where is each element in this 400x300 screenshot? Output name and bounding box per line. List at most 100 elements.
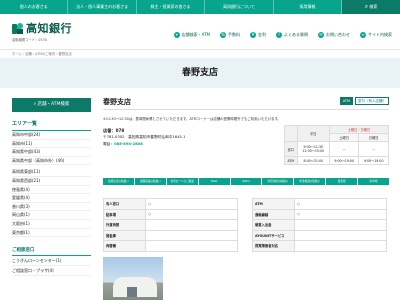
hnav-label: お問い合わせ <box>326 32 350 37</box>
area-item[interactable]: 徳島県(4) <box>12 186 91 195</box>
topnav-recruit[interactable]: 採用情報 <box>274 0 343 14</box>
area-item[interactable]: 高知県西部(21) <box>12 177 91 186</box>
hnav-rates[interactable]: ¥ 金利 <box>250 32 266 38</box>
branch-search-label: 店舗・ATM検索 <box>37 102 70 107</box>
tag-window: 窓口（有人店舗） <box>355 97 389 105</box>
hnav-site-search[interactable]: ≡ サイト内検索 <box>360 32 392 38</box>
consult-heading: ご相談窓口 <box>12 247 91 257</box>
facility-value <box>145 240 238 252</box>
table-row: 駐車場 ○ <box>103 208 238 220</box>
table-row: 両替機 <box>103 240 238 252</box>
area-list: 高知市中部(24) 高知市(11) 高知県中部(43) 高知県中部（高知市外）(… <box>12 131 91 238</box>
page-title: 春野支店 <box>181 68 218 78</box>
branch-tags: ATM 窓口（有人店舗） <box>339 97 389 105</box>
tag-atm: ATM <box>339 97 353 105</box>
service-badge: 外貨両替の取扱い <box>262 178 294 185</box>
branch-info: 店番：078 〒781-0302 高知県高知市春野町弘岡中1645-1 電話：0… <box>103 127 233 148</box>
facility-key: 通帳繰越 <box>252 208 295 220</box>
topnav-investors[interactable]: 株主・投資家の皆さま <box>137 0 206 14</box>
area-list-heading: エリア一覧 <box>12 120 91 131</box>
hnav-fees[interactable]: % 手数料 <box>220 32 240 38</box>
hours-corner <box>284 125 298 142</box>
hours-row-window: 窓口 <box>284 141 298 157</box>
service-badge: NISA <box>198 178 230 185</box>
service-icons: 投資信託の取扱い 保険商品の取扱い 住宅ローンのご相談 NISA iDeCo 外… <box>103 178 390 185</box>
phone-number[interactable]: 088-894-2808 <box>114 142 143 146</box>
yen-icon: ¥ <box>250 32 256 38</box>
area-item[interactable]: 高知市中部(24) <box>12 131 91 140</box>
hnav-branch-search[interactable]: ⌖ 店舗検索・ATM <box>173 32 210 38</box>
area-item[interactable]: 東京都(1) <box>12 229 91 238</box>
bank-logo[interactable]: 高知銀行 <box>12 20 72 36</box>
business-hours-table: 平日 土曜日・日曜日 土曜日 日曜日 窓口 9:00～11:30 12:30～1… <box>284 125 390 165</box>
divider <box>103 109 389 110</box>
table-row: 有人窓口 ○ <box>103 198 238 210</box>
table-row: 硬貨入出金 <box>252 219 387 231</box>
top-navigation: 個人のお客さま 法人・個人事業主のお客さま 株主・投資家の皆さま 高知銀行につい… <box>0 0 400 14</box>
area-item[interactable]: 大阪府(1) <box>12 220 91 229</box>
topnav-personal[interactable]: 個人のお客さま <box>0 0 69 14</box>
branch-phone: 電話：088-894-2808 <box>103 141 233 148</box>
hours-col-weekday: 平日 <box>296 125 330 142</box>
branch-photo <box>103 257 163 300</box>
hours-atm-weekday: 8:00～21:00 <box>296 156 330 165</box>
facility-value <box>294 229 387 241</box>
hours-window-sat: － <box>328 141 360 157</box>
logo-text: 高知銀行 <box>26 22 72 35</box>
service-badge: 駐車場 <box>358 178 390 185</box>
hnav-label: 店舗検索・ATM <box>181 32 210 37</box>
facility-value: ○ <box>145 198 238 210</box>
service-badge: 貸金庫 <box>326 178 358 185</box>
hnav-contact[interactable]: ✉ お問い合わせ <box>318 32 350 38</box>
hnav-label: よくある質問 <box>284 32 308 37</box>
table-row: 外貨両替 <box>103 219 238 231</box>
service-badge: 住宅ローンのご相談 <box>166 178 198 185</box>
building-door <box>127 287 137 297</box>
consult-item[interactable]: こうぎんローンセンター(1) <box>12 256 91 267</box>
topnav-about[interactable]: 高知銀行について <box>205 0 274 14</box>
area-item[interactable]: 高知県東部(11) <box>12 168 91 177</box>
facility-key: 両替機 <box>103 240 146 252</box>
branch-address: 〒781-0302 高知県高知市春野町弘岡中1645-1 <box>103 135 186 139</box>
area-item[interactable]: 岡山県(1) <box>12 211 91 220</box>
question-icon: ? <box>276 32 282 38</box>
hours-col-sun: 日曜日 <box>358 133 389 142</box>
facility-key: 硬貨入出金 <box>252 219 295 231</box>
facility-table-left: 有人窓口 ○ 駐車場 ○ 外貨両替 貸金庫 両替機 <box>103 198 238 252</box>
table-row: 通帳繰越 ○ <box>252 208 387 220</box>
facility-key: 有人窓口 <box>103 198 146 210</box>
area-item[interactable]: 高知県中部（高知市外）(40) <box>12 157 91 166</box>
header-nav: ⌖ 店舗検索・ATM % 手数料 ¥ 金利 ? よくある質問 ✉ お問い合わせ ≡ サイト内… <box>173 32 392 38</box>
area-item[interactable]: 香川県(3) <box>12 203 91 212</box>
topnav-business[interactable]: 法人・個人事業主のお客さま <box>68 0 137 14</box>
service-badge: 投資信託の取扱い <box>103 178 134 185</box>
consult-list: こうぎんローンセンター(1) ご相談窓口・プラザ(4) <box>12 256 91 277</box>
consult-item[interactable]: ご相談窓口・プラザ(4) <box>12 266 91 277</box>
table-row: 貸金庫 <box>103 229 238 241</box>
table-row: AYOUNITサービス <box>252 229 387 241</box>
phone-label: 電話： <box>103 142 115 146</box>
sidebar: ⌕ 店舗・ATM検索 エリア一覧 高知市中部(24) 高知市(11) 高知県中部… <box>12 98 91 277</box>
breadcrumb[interactable]: ホーム › 店舗・ATMのご案内 › 春野支店 <box>12 51 72 56</box>
hours-col-sat: 土曜日 <box>328 133 360 142</box>
facility-value <box>294 240 387 252</box>
branch-search-button[interactable]: ⌕ 店舗・ATM検索 <box>12 98 91 112</box>
hours-atm-sun: 9:00～19:00 <box>358 156 389 165</box>
mail-icon: ✉ <box>318 32 324 38</box>
search-icon: ⌕ <box>364 3 369 10</box>
hnav-faq[interactable]: ? よくある質問 <box>276 32 308 38</box>
hnav-label: サイト内検索 <box>368 32 392 37</box>
store-number: 店番：078 <box>103 128 125 133</box>
topnav-search-button[interactable]: ⌕ 検索 <box>342 0 400 14</box>
hours-atm-sat: 9:00～19:00 <box>328 156 360 165</box>
facility-key: 貸金庫 <box>103 229 146 241</box>
area-item[interactable]: 高知県中部(43) <box>12 148 91 157</box>
hours-window-sun: － <box>358 141 389 157</box>
site-header: 高知銀行 金融機関コード：0578 ⌖ 店舗検索・ATM % 手数料 ¥ 金利 ? よく… <box>0 14 400 50</box>
facility-key: 駐車場 <box>103 208 146 220</box>
area-item[interactable]: 愛媛県(4) <box>12 194 91 203</box>
area-item[interactable]: 高知市(11) <box>12 140 91 149</box>
service-badge: iDeCo <box>230 178 262 185</box>
service-badge: 年金相談の取扱い <box>294 178 326 185</box>
location-icon: ⌖ <box>173 32 180 38</box>
